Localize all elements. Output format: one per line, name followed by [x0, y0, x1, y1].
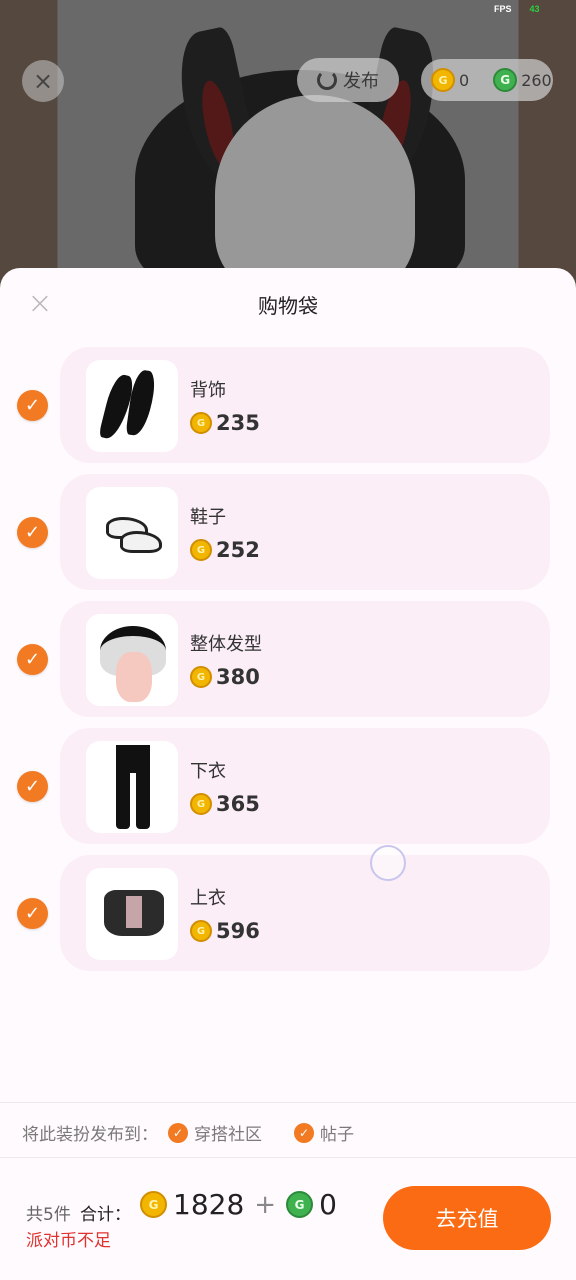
item-checkbox[interactable]: ✓ [17, 771, 48, 802]
item-checkbox[interactable]: ✓ [17, 898, 48, 929]
list-item[interactable]: 上衣 G 596 [60, 855, 550, 971]
green-coin-icon: G [493, 68, 518, 92]
divider [0, 1157, 576, 1158]
gold-coin-icon: G [190, 666, 212, 688]
check-icon: ✓ [24, 649, 41, 670]
item-price: G 365 [190, 792, 260, 816]
publish-label: 发布 [343, 71, 379, 92]
refresh-publish-icon [317, 70, 337, 90]
publish-to-row: 将此装扮发布到： ✓ 穿搭社区 ✓ 帖子 [22, 1120, 354, 1145]
fps-value: 43 [529, 4, 540, 14]
publish-option-community[interactable]: ✓ 穿搭社区 [168, 1120, 262, 1145]
check-icon: ✓ [24, 903, 41, 924]
item-price: G 252 [190, 538, 260, 562]
check-icon: ✓ [24, 395, 41, 416]
close-icon: × [32, 67, 54, 95]
green-coin-icon: G [286, 1191, 314, 1218]
gold-coin-icon: G [190, 539, 212, 561]
item-checkbox[interactable]: ✓ [17, 644, 48, 675]
divider [0, 1102, 576, 1103]
item-thumbnail [86, 360, 178, 452]
item-price: G 235 [190, 411, 260, 435]
item-name: 上衣 [190, 888, 226, 909]
recharge-button[interactable]: 去充值 [383, 1186, 551, 1250]
total-label: 合计： [80, 1205, 131, 1225]
green-total: 0 [319, 1188, 337, 1221]
item-price: G 596 [190, 919, 260, 943]
green-balance: 260 [521, 70, 552, 90]
fps-label: FPS [494, 4, 512, 14]
check-icon: ✓ [168, 1122, 188, 1143]
total-amount: G 1828 + G 0 [140, 1188, 337, 1221]
publish-to-label: 将此装扮发布到： [22, 1125, 158, 1145]
avatar-preview [0, 0, 576, 290]
item-thumbnail [86, 741, 178, 833]
gold-coin-icon: G [190, 412, 212, 434]
check-icon: ✓ [24, 522, 41, 543]
gold-total: 1828 [173, 1188, 245, 1221]
close-preview-button[interactable]: × [22, 60, 64, 102]
item-checkbox[interactable]: ✓ [17, 517, 48, 548]
gold-balance: 0 [459, 70, 470, 90]
publish-button[interactable]: 发布 [297, 58, 399, 102]
publish-option-post[interactable]: ✓ 帖子 [294, 1120, 354, 1145]
item-name: 背饰 [190, 380, 226, 401]
item-count: 共5件 [26, 1205, 71, 1225]
panel-title: 购物袋 [258, 294, 318, 318]
item-name: 下衣 [190, 761, 226, 782]
plus-sign: + [254, 1189, 277, 1220]
check-icon: ✓ [294, 1122, 314, 1143]
list-item[interactable]: 整体发型 G 380 [60, 601, 550, 717]
list-item[interactable]: 背饰 G 235 [60, 347, 550, 463]
currency-balance[interactable]: G 0 G 260 [421, 59, 553, 101]
touch-indicator [370, 845, 406, 881]
insufficient-funds-warning: 派对币不足 [26, 1231, 111, 1251]
check-icon: ✓ [24, 776, 41, 797]
item-name: 鞋子 [190, 507, 226, 528]
item-price: G 380 [190, 665, 260, 689]
item-thumbnail [86, 487, 178, 579]
gold-coin-icon: G [140, 1191, 167, 1218]
gold-coin-icon: G [431, 68, 455, 92]
gold-coin-icon: G [190, 920, 212, 942]
item-thumbnail [86, 614, 178, 706]
item-name: 整体发型 [190, 634, 262, 655]
gold-coin-icon: G [190, 793, 212, 815]
item-checkbox[interactable]: ✓ [17, 390, 48, 421]
fps-counter: FPS 43 [494, 4, 540, 14]
list-item[interactable]: 鞋子 G 252 [60, 474, 550, 590]
item-thumbnail [86, 868, 178, 960]
list-item[interactable]: 下衣 G 365 [60, 728, 550, 844]
